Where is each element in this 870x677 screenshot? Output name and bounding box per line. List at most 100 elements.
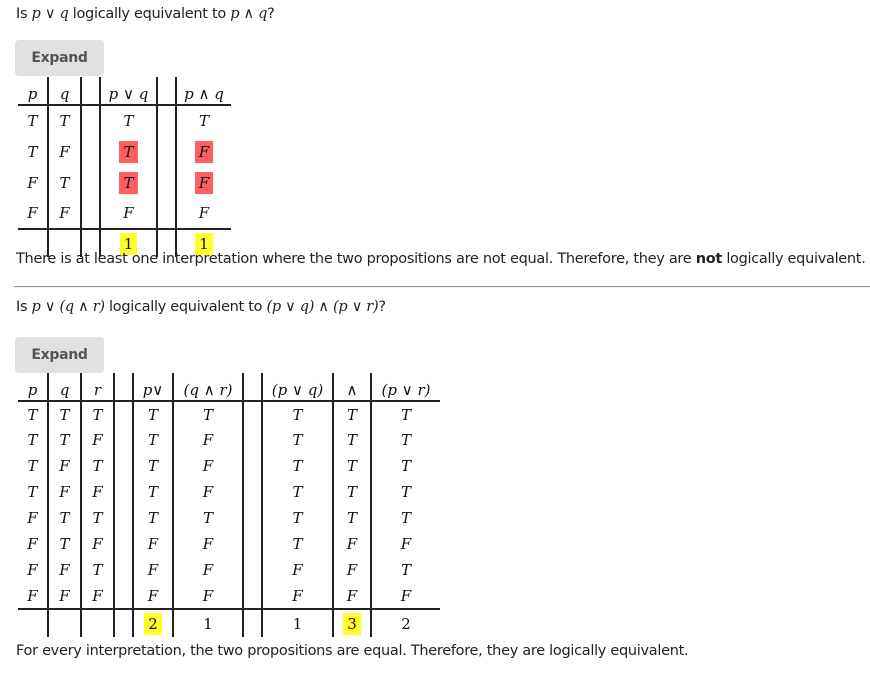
header-cell: q: [47, 373, 81, 402]
table-row: FTTTTTTT: [18, 505, 440, 531]
cell: T: [370, 453, 440, 479]
table-row: T T T T: [18, 105, 231, 136]
cell: F: [47, 453, 81, 479]
header-cell: [80, 77, 100, 106]
cell: T: [261, 453, 333, 479]
connective-count: 2: [401, 614, 411, 633]
cell: T: [27, 405, 38, 424]
count-row: 2 1 1 3 2: [18, 608, 440, 637]
question-suffix: ?: [267, 6, 275, 22]
cell: F: [27, 586, 38, 605]
cell: T: [27, 431, 38, 449]
cell: F: [132, 583, 173, 609]
cell: 1: [261, 608, 333, 637]
cell: T: [370, 505, 440, 531]
header-cell: p ∨ q: [99, 77, 157, 106]
cell: [242, 401, 262, 427]
table-row: F F F F: [18, 198, 231, 229]
cell: F: [27, 173, 38, 192]
question-prefix: Is: [16, 299, 32, 315]
cell: T: [370, 401, 440, 427]
cell: F: [80, 583, 114, 609]
cell: F: [132, 557, 173, 583]
cell: F: [47, 583, 81, 609]
question-rhs-formula: p ∧ q: [230, 6, 268, 22]
expand-button[interactable]: Expand: [15, 337, 104, 373]
cell: 3: [332, 608, 371, 637]
conclusion-text-end: logically equivalent.: [722, 251, 866, 267]
question-middle: logically equivalent to: [104, 299, 267, 315]
mismatch-highlight: T: [119, 140, 138, 163]
header-cell: q: [47, 77, 81, 106]
cell: [80, 608, 114, 637]
cell: [113, 531, 133, 557]
cell: F: [332, 557, 371, 583]
question-lhs-formula: p ∨ q: [31, 6, 69, 22]
cell: T: [99, 167, 157, 198]
mismatch-highlight: F: [194, 140, 214, 163]
table-row: FTFFFTFF: [18, 531, 440, 557]
cell: F: [175, 167, 231, 198]
cell: T: [132, 401, 173, 427]
question-rhs-formula: (p ∨ q) ∧ (p ∨ r): [266, 299, 379, 315]
cell: [242, 583, 262, 609]
main-connective-count: 2: [144, 612, 162, 635]
cell: [113, 583, 133, 609]
cell: F: [47, 198, 81, 229]
header-cell: [156, 77, 176, 106]
cell: [242, 453, 262, 479]
header-cell: [113, 373, 133, 402]
cell: T: [47, 505, 81, 531]
cell: F: [172, 453, 243, 479]
question-middle: logically equivalent to: [68, 6, 231, 22]
cell: F: [99, 198, 157, 229]
cell: T: [370, 427, 440, 453]
cell: F: [27, 204, 38, 222]
cell: T: [27, 457, 38, 475]
cell: [80, 167, 100, 198]
cell: T: [80, 453, 114, 479]
header-cell: ∧: [332, 373, 371, 402]
cell: [113, 453, 133, 479]
cell: [80, 198, 100, 229]
table-row: TFFTFTTT: [18, 479, 440, 505]
cell: F: [172, 427, 243, 453]
header-cell: [242, 373, 262, 402]
cell: T: [370, 557, 440, 583]
cell: [242, 557, 262, 583]
cell: T: [332, 427, 371, 453]
mismatch-highlight: T: [119, 171, 138, 194]
table-row: TTFTFTTT: [18, 427, 440, 453]
expand-button[interactable]: Expand: [15, 40, 104, 76]
header-cell: r: [80, 373, 114, 402]
cell: [242, 531, 262, 557]
cell: F: [80, 427, 114, 453]
cell: T: [175, 105, 231, 136]
cell: [113, 479, 133, 505]
section-divider: [14, 286, 870, 288]
connective-count: 1: [292, 614, 303, 633]
cell: T: [47, 105, 81, 136]
header-cell: (q ∧ r): [172, 373, 243, 402]
conclusion-2: For every interpretation, the two propos…: [16, 643, 689, 659]
cell: T: [47, 167, 81, 198]
cell: F: [80, 479, 114, 505]
cell: F: [175, 198, 231, 229]
cell: T: [332, 453, 371, 479]
cell: T: [332, 505, 371, 531]
cell: T: [27, 483, 38, 501]
table-row: F T T F: [18, 167, 231, 198]
cell: T: [80, 505, 114, 531]
cell: 1: [172, 608, 243, 637]
cell: T: [332, 401, 371, 427]
table-row: TTTTTTTT: [18, 401, 440, 427]
conclusion-text: There is at least one interpretation whe…: [16, 251, 696, 267]
header-cell: p: [18, 77, 48, 106]
question-suffix: ?: [378, 299, 386, 315]
cell: F: [332, 583, 371, 609]
cell: F: [27, 561, 38, 579]
cell: F: [27, 509, 38, 527]
cell: T: [261, 479, 333, 505]
cell: F: [332, 531, 371, 557]
cell: F: [175, 136, 231, 167]
